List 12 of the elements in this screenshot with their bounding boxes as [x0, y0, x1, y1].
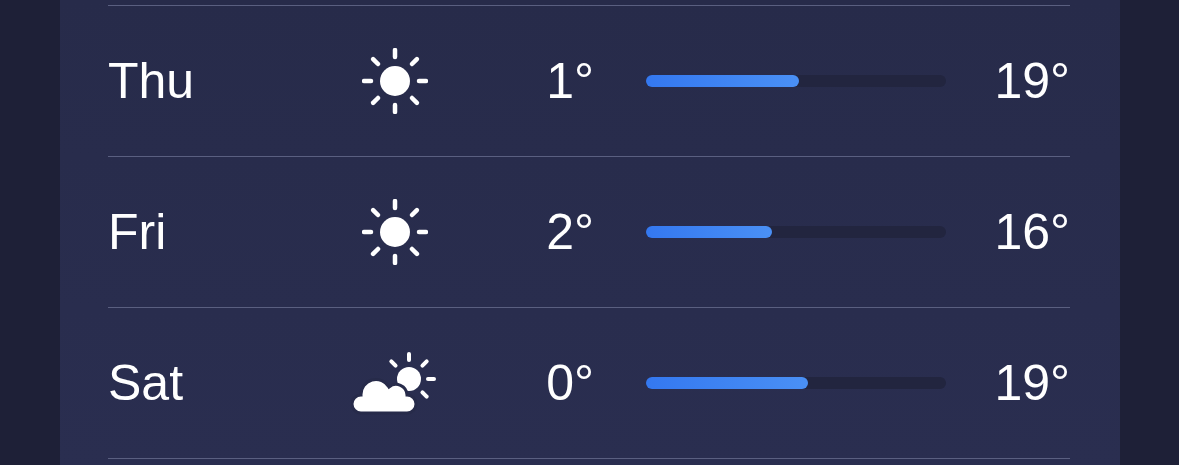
- high-temperature: 16°: [994, 203, 1070, 261]
- cloud-sun-icon: [351, 351, 439, 415]
- day-label: Sat: [108, 354, 185, 412]
- sun-icon: [362, 199, 428, 265]
- sun-icon: [362, 48, 428, 114]
- day-label: Thu: [108, 52, 196, 110]
- high-temperature: 19°: [994, 354, 1070, 412]
- low-temperature: 1°: [546, 52, 594, 110]
- low-temperature: 0°: [546, 354, 594, 412]
- low-temperature: 2°: [546, 203, 594, 261]
- day-label: Fri: [108, 203, 168, 261]
- high-temperature: 19°: [994, 52, 1070, 110]
